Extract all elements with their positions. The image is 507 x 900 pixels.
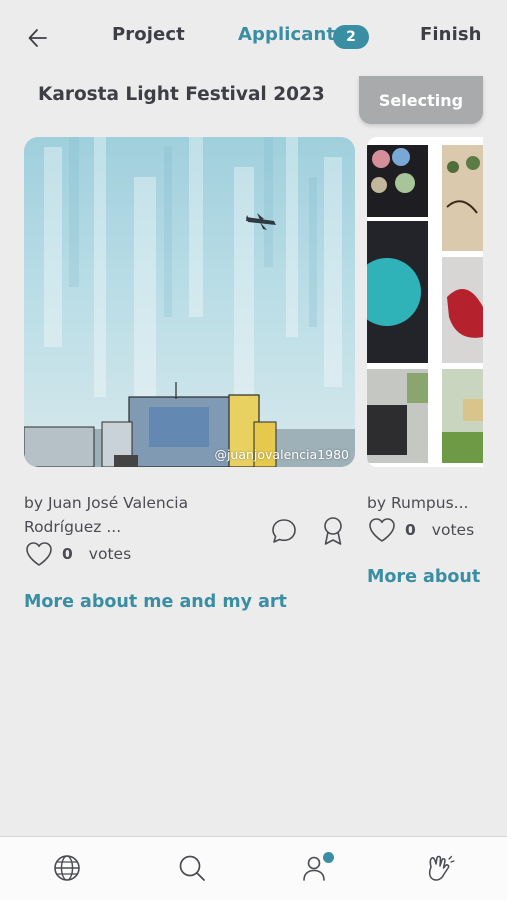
applicant-2-votes-row: 0 votes — [367, 516, 474, 544]
top-navigation: Project Applicants 2 Finish — [0, 0, 507, 72]
author-name-line1: by Juan José Valencia — [24, 494, 189, 512]
globe-icon — [54, 855, 80, 881]
award-ribbon-icon — [324, 517, 342, 545]
nav-explore-button[interactable] — [52, 853, 82, 883]
votes-label: votes — [88, 545, 132, 563]
tab-applicants[interactable]: Applicants — [238, 24, 346, 45]
nav-greet-button[interactable] — [424, 853, 455, 883]
tab-finish[interactable]: Finish — [420, 24, 482, 45]
watercolor-artwork — [24, 137, 355, 467]
votes-label: votes — [431, 521, 475, 539]
project-title: Karosta Light Festival 2023 — [38, 84, 325, 105]
speech-bubble-icon — [272, 519, 296, 543]
nav-search-button[interactable] — [177, 853, 207, 883]
back-button[interactable] — [24, 24, 52, 52]
award-button[interactable] — [320, 515, 346, 551]
bottom-navigation — [0, 836, 507, 900]
arrow-left-icon — [28, 29, 47, 47]
search-icon — [179, 855, 205, 881]
more-about-link[interactable]: More about me and my art — [24, 592, 287, 612]
selecting-button[interactable]: Selecting — [359, 76, 483, 124]
comment-button[interactable] — [270, 517, 298, 549]
nav-profile-button[interactable] — [301, 852, 334, 883]
votes-count: 0 — [62, 545, 73, 563]
applicants-count-badge: 2 — [333, 25, 369, 49]
votes-count: 0 — [405, 521, 416, 539]
applicant-2-more-about-link[interactable]: More about me and my art — [367, 567, 484, 587]
author-name-line2: Rodríguez ... — [24, 518, 122, 536]
applicant-author: by Juan José Valencia Rodríguez ... — [24, 491, 254, 539]
notification-dot — [323, 852, 334, 863]
collage-thumbnails — [367, 137, 483, 467]
applicant-2-artwork-collage[interactable] — [367, 137, 483, 467]
artist-watermark: @juanjovalencia1980 — [214, 447, 349, 462]
applicant-artwork-image[interactable]: @juanjovalencia1980 — [24, 137, 355, 467]
tab-project[interactable]: Project — [112, 24, 185, 45]
votes-row: 0 votes — [24, 540, 131, 568]
applicant-2-author: by Rumpus... — [367, 494, 469, 512]
heart-icon[interactable] — [24, 540, 54, 568]
heart-icon[interactable] — [367, 516, 397, 544]
hand-wave-icon — [428, 855, 455, 881]
